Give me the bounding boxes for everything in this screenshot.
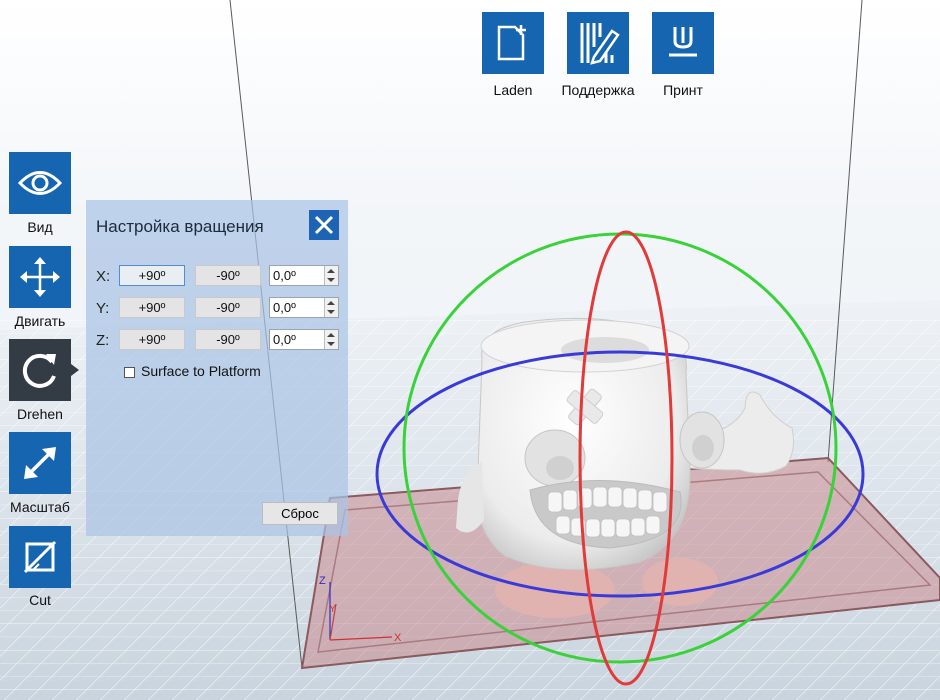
view-label: Вид xyxy=(27,219,53,235)
active-tool-pointer xyxy=(71,364,79,376)
move-label: Двигать xyxy=(14,313,66,329)
rotate-z-minus-button[interactable]: -90º xyxy=(195,329,261,350)
rotate-x-spinbox[interactable]: 0,0º xyxy=(269,265,339,286)
cut-label: Cut xyxy=(29,592,51,608)
rotation-settings-panel: Настройка вращения X: +90º -90º 0,0º Y: … xyxy=(86,200,348,536)
scale-button[interactable] xyxy=(9,432,71,494)
scale-arrow-icon xyxy=(24,447,56,479)
rotate-x-value: 0,0º xyxy=(273,268,296,283)
rotate-y-value: 0,0º xyxy=(273,300,296,315)
surface-to-platform-checkbox[interactable] xyxy=(124,367,135,378)
rotate-z-spin-arrows[interactable] xyxy=(324,330,338,349)
cut-slice-icon xyxy=(23,540,57,574)
close-button[interactable] xyxy=(309,210,339,240)
move-button[interactable] xyxy=(9,246,71,308)
load-button[interactable] xyxy=(482,12,544,74)
cut-button[interactable] xyxy=(9,526,71,588)
rotate-label: Drehen xyxy=(17,406,63,422)
rotate-x-spin-arrows[interactable] xyxy=(324,266,338,285)
rotate-z-plus-button[interactable]: +90º xyxy=(119,329,185,350)
rotate-y-spin-arrows[interactable] xyxy=(324,298,338,317)
view-button[interactable] xyxy=(9,152,71,214)
rotate-y-minus-button[interactable]: -90º xyxy=(195,297,261,318)
axis-label-x: X xyxy=(394,632,402,644)
file-add-icon xyxy=(497,25,526,61)
support-edit-icon xyxy=(580,23,620,65)
axis-x-label: X: xyxy=(96,268,111,285)
rotate-button[interactable] xyxy=(9,339,71,401)
print-label: Принт xyxy=(663,82,703,98)
rotate-y-spinbox[interactable]: 0,0º xyxy=(269,297,339,318)
eye-icon xyxy=(18,171,62,195)
panel-title: Настройка вращения xyxy=(96,217,264,236)
axis-label-z: Z xyxy=(319,575,326,587)
rotate-z-spinbox[interactable]: 0,0º xyxy=(269,329,339,350)
rotate-x-minus-button[interactable]: -90º xyxy=(195,265,261,286)
reset-button[interactable]: Сброс xyxy=(262,502,338,525)
print-nozzle-icon xyxy=(669,27,697,57)
axis-z-label: Z: xyxy=(96,332,110,349)
rotate-x-plus-button[interactable]: +90º xyxy=(119,265,185,286)
surface-to-platform-label: Surface to Platform xyxy=(141,363,261,379)
rotate-icon xyxy=(22,353,56,388)
rotate-y-plus-button[interactable]: +90º xyxy=(119,297,185,318)
rotate-z-value: 0,0º xyxy=(273,332,296,347)
support-button[interactable] xyxy=(567,12,629,74)
close-icon xyxy=(314,215,334,235)
scale-label: Масштаб xyxy=(10,499,70,515)
axis-label-y: Y xyxy=(329,603,337,615)
print-button[interactable] xyxy=(652,12,714,74)
move-arrows-icon xyxy=(20,257,60,297)
axis-y-label: Y: xyxy=(96,300,110,317)
